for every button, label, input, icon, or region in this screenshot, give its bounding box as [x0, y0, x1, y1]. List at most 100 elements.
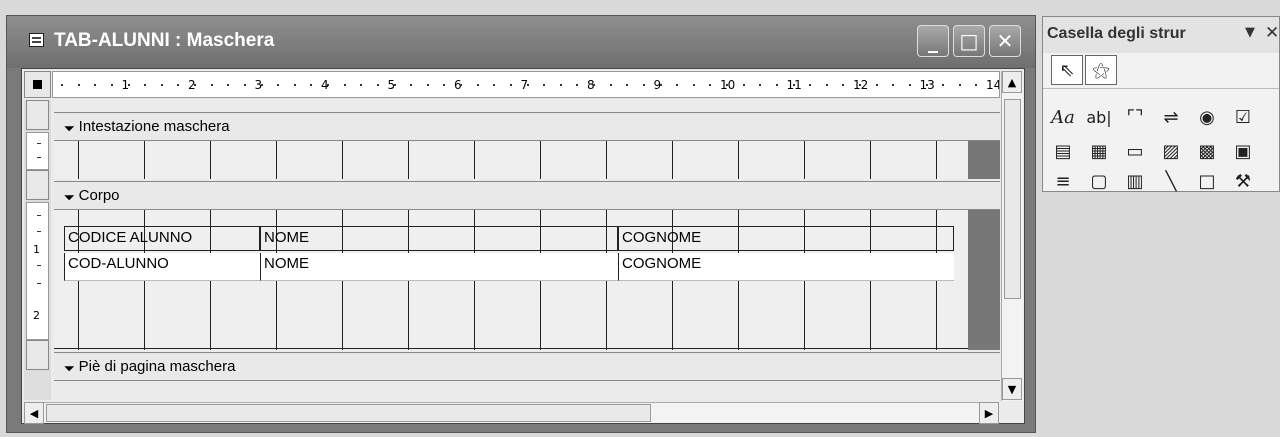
- ruler-tick: [127, 84, 130, 86]
- ruler-tick: [875, 84, 878, 86]
- subform-icon[interactable]: ▥: [1119, 167, 1151, 197]
- unbound-object-icon[interactable]: ▩: [1191, 137, 1223, 167]
- title-bar[interactable]: TAB-ALUNNI : Maschera _ □ ✕: [7, 16, 1035, 68]
- field-cognome[interactable]: COGNOME: [618, 253, 954, 281]
- ruler-tick: [327, 84, 329, 86]
- ruler-tick: [443, 84, 446, 86]
- toggle-button-icon[interactable]: ⇌: [1155, 103, 1187, 133]
- ruler-tick: [493, 84, 496, 86]
- vertical-scroll-thumb[interactable]: [1004, 99, 1021, 299]
- ruler-tick: [692, 84, 695, 86]
- ruler-tick: [775, 84, 778, 86]
- grid-line: [870, 141, 871, 179]
- label-codice-alunno[interactable]: CODICE ALUNNO: [64, 226, 260, 251]
- vertical-scrollbar[interactable]: ▲ ▼: [1001, 71, 1023, 401]
- horizontal-ruler[interactable]: 1234567891011121314: [52, 71, 1000, 98]
- body-section-selector[interactable]: [26, 170, 49, 200]
- ruler-tick: [809, 84, 812, 86]
- section-body-label: 🞃 Corpo: [64, 187, 120, 204]
- section-body-bar[interactable]: 🞃 Corpo: [54, 181, 1000, 210]
- list-box-icon[interactable]: ▦: [1083, 137, 1115, 167]
- ruler-tick: [360, 84, 363, 86]
- field-cod-alunno[interactable]: COD-ALUNNO: [64, 253, 260, 281]
- option-button-icon[interactable]: ◉: [1191, 103, 1223, 133]
- ruler-tick: [194, 84, 196, 86]
- horizontal-scroll-thumb[interactable]: [46, 404, 651, 422]
- grid-line: [210, 141, 211, 179]
- ruler-number: 14: [986, 78, 1000, 92]
- ruler-tick: [892, 84, 895, 86]
- more-controls-icon[interactable]: ⚒: [1227, 167, 1259, 197]
- scroll-right-button[interactable]: ▶: [979, 402, 999, 424]
- vertical-ruler[interactable]: 1 2: [24, 100, 51, 400]
- label-nome[interactable]: NOME: [260, 226, 618, 251]
- ruler-tick: [825, 84, 828, 86]
- ruler-tick: [859, 84, 861, 86]
- grid-line: [78, 141, 79, 179]
- ruler-tick: [958, 84, 961, 86]
- grid-line: [474, 141, 475, 179]
- page-break-icon[interactable]: ≡: [1047, 167, 1079, 197]
- grid-line: [936, 141, 937, 179]
- form-selector[interactable]: [24, 71, 51, 98]
- ruler-tick: [609, 84, 612, 86]
- ruler-tick: [210, 84, 213, 86]
- header-grid[interactable]: [54, 141, 1000, 179]
- command-button-icon[interactable]: ▭: [1119, 137, 1151, 167]
- close-button[interactable]: ✕: [989, 25, 1021, 57]
- textbox-tool-icon[interactable]: ab|: [1083, 103, 1115, 133]
- ruler-tick: [177, 84, 180, 86]
- scroll-up-button[interactable]: ▲: [1002, 71, 1022, 93]
- ruler-tick: [709, 84, 712, 86]
- ruler-tick: [476, 84, 479, 86]
- ruler-tick: [260, 84, 263, 86]
- checkbox-tool-icon[interactable]: ☑: [1227, 103, 1259, 133]
- ruler-tick: [975, 84, 978, 86]
- maximize-button[interactable]: □: [953, 25, 985, 57]
- ruler-tick: [659, 84, 662, 86]
- label-tool-icon[interactable]: Aa: [1047, 103, 1079, 133]
- ruler-tick: [792, 84, 795, 86]
- bound-object-icon[interactable]: ▣: [1227, 137, 1259, 167]
- scroll-down-button[interactable]: ▼: [1002, 378, 1022, 400]
- body-grid[interactable]: CODICE ALUNNO NOME COGNOME COD-ALUNNO NO…: [54, 210, 1000, 350]
- horizontal-scrollbar[interactable]: ◀ ▶: [24, 402, 999, 424]
- header-section-selector[interactable]: [26, 100, 49, 130]
- control-wizard-icon[interactable]: ⚝: [1085, 55, 1117, 85]
- form-icon[interactable]: [29, 33, 44, 47]
- line-tool-icon[interactable]: ╲: [1155, 167, 1187, 197]
- footer-section-selector[interactable]: [26, 340, 49, 370]
- ruler-tick: [410, 84, 413, 86]
- ruler-segment-body: 1 2: [26, 202, 49, 340]
- ruler-tick: [642, 84, 645, 86]
- design-surface: 1234567891011121314 1 2 🞃 Intestazione m…: [21, 68, 1025, 424]
- option-group-icon[interactable]: ⌜⌝: [1119, 103, 1151, 133]
- ruler-tick: [77, 84, 80, 86]
- ruler-tick: [61, 84, 63, 86]
- ruler-tick: [227, 84, 230, 86]
- ruler-tick: [726, 84, 728, 86]
- section-header-bar[interactable]: 🞃 Intestazione maschera: [54, 112, 1000, 141]
- grid-line: [606, 141, 607, 179]
- image-tool-icon[interactable]: ▨: [1155, 137, 1187, 167]
- label-cognome[interactable]: COGNOME: [618, 226, 954, 251]
- tab-control-icon[interactable]: ▢: [1083, 167, 1115, 197]
- ruler-tick: [526, 84, 529, 86]
- ruler-tick: [277, 84, 280, 86]
- ruler-tick: [759, 84, 762, 86]
- scroll-left-button[interactable]: ◀: [24, 402, 44, 424]
- select-objects-icon[interactable]: ⇖: [1051, 55, 1083, 85]
- field-nome[interactable]: NOME: [260, 253, 618, 281]
- combo-box-icon[interactable]: ▤: [1047, 137, 1079, 167]
- ruler-tick: [243, 84, 246, 86]
- grid-line: [672, 141, 673, 179]
- rectangle-tool-icon[interactable]: □: [1191, 167, 1223, 197]
- minimize-button[interactable]: _: [917, 25, 949, 57]
- grid-line: [54, 348, 1000, 349]
- toolbox-menu-icon[interactable]: ▼: [1245, 25, 1255, 40]
- section-footer-bar[interactable]: 🞃 Piè di pagina maschera: [54, 352, 1000, 381]
- toolbox-title-bar[interactable]: Casella degli strur ▼ ✕: [1043, 17, 1279, 53]
- ruler-tick: [160, 84, 163, 86]
- toolbox-close-icon[interactable]: ✕: [1265, 23, 1279, 43]
- ruler-tick: [908, 84, 911, 86]
